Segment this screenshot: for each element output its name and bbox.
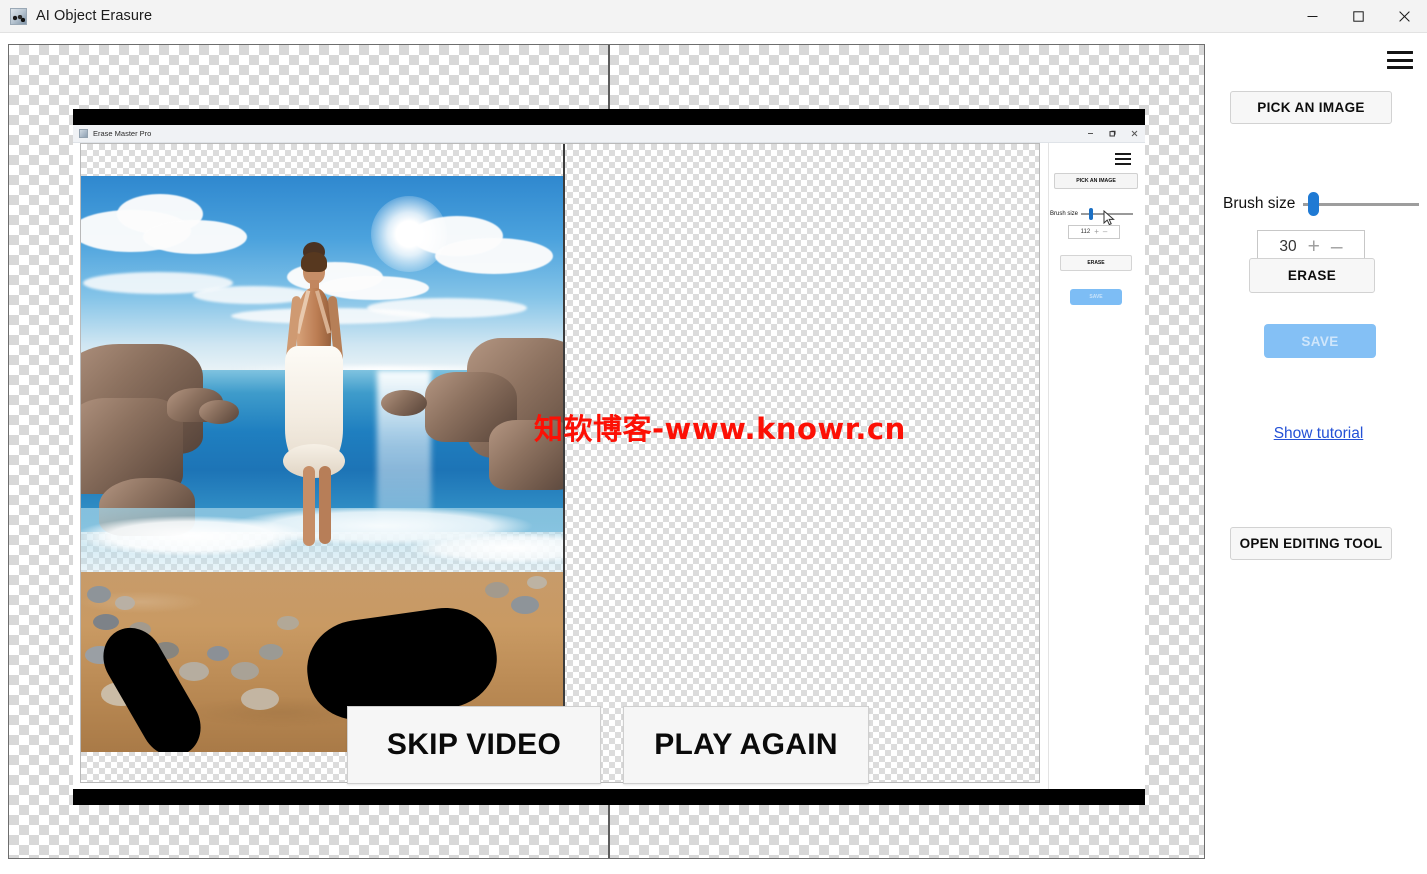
- photo-pebble: [511, 596, 539, 614]
- title-bar: AI Object Erasure: [0, 0, 1427, 33]
- inner-slider-thumb: [1089, 208, 1094, 220]
- inner-erase-button: ERASE: [1060, 255, 1132, 271]
- photo-woman-leg: [319, 466, 331, 544]
- photo-pebble: [241, 688, 279, 710]
- inner-title-bar: Erase Master Pro: [73, 125, 1145, 143]
- photo-sun: [371, 196, 447, 272]
- photo-pebble: [231, 662, 259, 680]
- minimize-button[interactable]: [1289, 0, 1335, 33]
- photo-rock: [381, 390, 427, 416]
- photo-woman-hair: [301, 252, 327, 272]
- inner-app-icon: [79, 129, 88, 138]
- inner-brush-size-row: Brush size: [1050, 207, 1145, 226]
- show-tutorial-link[interactable]: Show tutorial: [1210, 425, 1427, 443]
- photo-pebble: [115, 596, 135, 610]
- inner-maximize-button: [1101, 125, 1123, 143]
- photo-cloud: [143, 220, 247, 254]
- inner-brush-size-label: Brush size: [1050, 211, 1079, 217]
- close-button[interactable]: [1381, 0, 1427, 33]
- window-title: AI Object Erasure: [36, 8, 153, 24]
- play-again-button[interactable]: PLAY AGAIN: [623, 706, 869, 784]
- inner-save-button: SAVE: [1070, 289, 1122, 305]
- inner-canvas: 知软博客-www.knowr.cn: [80, 143, 1040, 783]
- maximize-button[interactable]: [1335, 0, 1381, 33]
- brush-size-label: Brush size: [1223, 195, 1296, 212]
- decrement-button[interactable]: –: [1331, 236, 1343, 257]
- photo-pebble: [527, 576, 547, 589]
- source-photo: [81, 176, 563, 752]
- photo-pebble: [485, 582, 509, 598]
- slider-track: [1303, 203, 1419, 206]
- photo-woman: [277, 234, 353, 556]
- inner-sidebar: PICK AN IMAGE Brush size 112 + – ERASE S…: [1048, 143, 1145, 789]
- photo-pebble: [207, 646, 229, 661]
- photo-rock: [199, 400, 239, 424]
- inner-decrement-icon: –: [1102, 227, 1108, 236]
- inner-brush-size-value: 112: [1080, 229, 1091, 235]
- photo-pebble: [87, 586, 111, 603]
- save-button[interactable]: SAVE: [1264, 324, 1376, 358]
- open-editing-tool-button[interactable]: OPEN EDITING TOOL: [1230, 527, 1392, 560]
- brush-size-value: 30: [1279, 237, 1297, 255]
- inner-close-button: [1123, 125, 1145, 143]
- photo-pebble: [259, 644, 283, 660]
- photo-pebble: [179, 662, 209, 681]
- brush-size-row: Brush size: [1223, 191, 1419, 217]
- inner-window-title: Erase Master Pro: [93, 129, 152, 138]
- inner-window-controls: [1079, 125, 1145, 143]
- app-icon: [10, 7, 27, 25]
- inner-brush-size-slider: [1081, 208, 1134, 226]
- hamburger-menu-icon[interactable]: [1387, 51, 1413, 69]
- tutorial-video-frame: Erase Master Pro 知软博客-www.knowr.cn PICK …: [73, 125, 1145, 789]
- photo-pebble: [93, 614, 119, 630]
- inner-sidebar-divider: [1048, 143, 1049, 789]
- erase-button[interactable]: ERASE: [1249, 258, 1375, 293]
- inner-increment-icon: +: [1094, 227, 1099, 236]
- inner-hamburger-menu-icon: [1115, 153, 1131, 165]
- slider-thumb[interactable]: [1308, 192, 1320, 216]
- inner-window-body: 知软博客-www.knowr.cn PICK AN IMAGE Brush si…: [73, 143, 1145, 789]
- inner-brush-size-stepper: 112 + –: [1068, 225, 1120, 239]
- inner-canvas-divider: [563, 144, 565, 782]
- pick-an-image-button[interactable]: PICK AN IMAGE: [1230, 91, 1392, 124]
- increment-button[interactable]: +: [1308, 236, 1320, 257]
- video-letterbox-bottom: [73, 789, 1145, 805]
- video-letterbox-top: [73, 109, 1145, 125]
- canvas-stage[interactable]: Erase Master Pro 知软博客-www.knowr.cn PICK …: [8, 44, 1205, 859]
- brush-size-slider[interactable]: [1303, 192, 1419, 216]
- right-sidebar: PICK AN IMAGE Brush size 30 + – ERASE SA…: [1210, 36, 1427, 874]
- photo-woman-leg: [303, 466, 315, 546]
- photo-cloud: [435, 238, 553, 274]
- window-controls: [1289, 0, 1427, 33]
- inner-minimize-button: [1079, 125, 1101, 143]
- photo-pebble: [277, 616, 299, 630]
- watermark-text: 知软博客-www.knowr.cn: [534, 412, 906, 446]
- inner-pick-an-image-button: PICK AN IMAGE: [1054, 173, 1138, 189]
- skip-video-button[interactable]: SKIP VIDEO: [347, 706, 601, 784]
